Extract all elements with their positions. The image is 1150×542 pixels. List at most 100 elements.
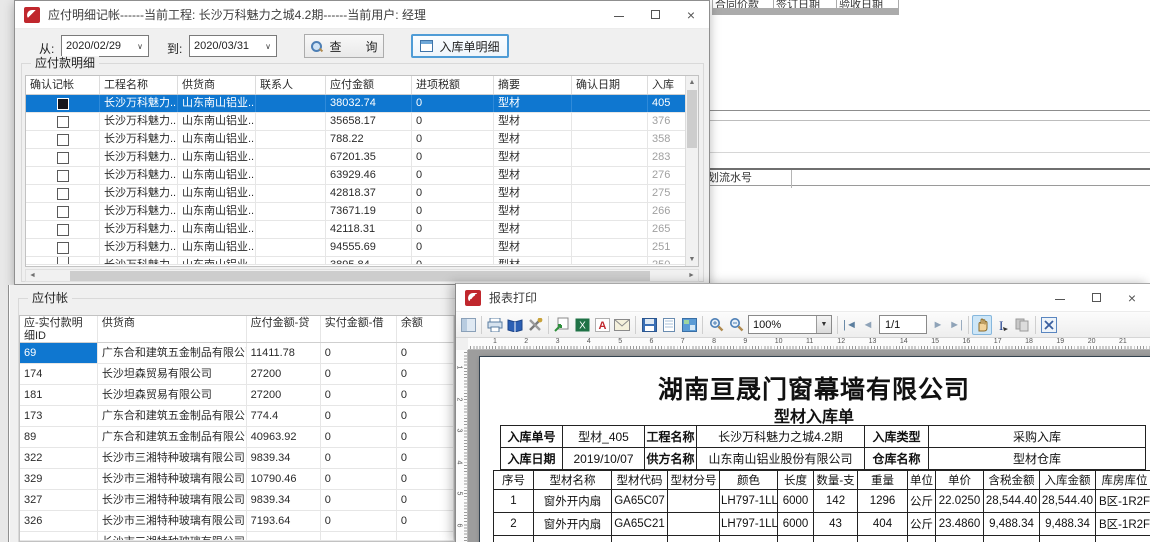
column-header[interactable]: 进项税额 bbox=[412, 76, 494, 94]
export-grid-icon[interactable] bbox=[679, 315, 699, 335]
confirm-checkbox[interactable] bbox=[57, 134, 69, 146]
column-header[interactable]: 供货商 bbox=[98, 316, 247, 342]
titlebar[interactable]: 应付明细记帐------当前工程: 长沙万科魅力之城4.2期------当前用户… bbox=[15, 1, 709, 29]
table-row[interactable]: 长沙万科魅力... 山东南山铝业... 73671.19 0 型材 266 bbox=[26, 203, 698, 221]
column-header[interactable]: 确认日期 bbox=[572, 76, 648, 94]
scroll-up-icon[interactable]: ▲ bbox=[686, 76, 698, 89]
column-header[interactable]: 实付金额-借 bbox=[321, 316, 397, 342]
table-row[interactable]: 长沙万科魅力... 山东南山铝业... 788.22 0 型材 358 bbox=[26, 131, 698, 149]
query-button[interactable]: 查 询 bbox=[304, 34, 384, 58]
page-setup-icon[interactable] bbox=[525, 315, 545, 335]
minimize-button[interactable] bbox=[601, 1, 637, 29]
table-row[interactable]: 长沙万科魅力... 山东南山铝业... 3895.84 0 型材 250 bbox=[26, 257, 698, 265]
confirm-checkbox[interactable] bbox=[57, 242, 69, 254]
chevron-down-icon[interactable]: ∨ bbox=[132, 42, 148, 51]
column-header[interactable]: 应付金额-贷 bbox=[247, 316, 321, 342]
to-date-select[interactable]: 2020/03/31 ∨ bbox=[189, 35, 277, 57]
column-header[interactable]: 入库 bbox=[648, 76, 686, 94]
column-header[interactable]: 确认记帐 bbox=[26, 76, 100, 94]
report-doc-title: 型材入库单 bbox=[480, 403, 1148, 427]
table-row[interactable]: 长沙万科魅力... 山东南山铝业... 35658.17 0 型材 376 bbox=[26, 113, 698, 131]
confirm-checkbox[interactable] bbox=[57, 206, 69, 218]
titlebar[interactable]: 报表打印 × bbox=[456, 284, 1150, 312]
confirm-checkbox[interactable] bbox=[57, 188, 69, 200]
table-row[interactable]: 长沙万科魅力... 山东南山铝业... 67201.35 0 型材 283 bbox=[26, 149, 698, 167]
table-row[interactable]: 322 长沙市三湘特种玻璃有限公司 9839.34 0 0 bbox=[20, 448, 454, 469]
from-date-select[interactable]: 2020/02/29 ∨ bbox=[61, 35, 149, 57]
report-preview-area[interactable]: 湖南亘晟门窗幕墙有限公司 型材入库单 入库单号 型材_405 工程名称 长沙万科… bbox=[468, 350, 1150, 542]
table-row[interactable]: 89 广东合和建筑五金制品有限公司 40963.92 0 0 bbox=[20, 427, 454, 448]
column-header[interactable]: 联系人 bbox=[256, 76, 326, 94]
previous-page-icon[interactable]: ◄ bbox=[859, 319, 877, 331]
export-image-icon[interactable] bbox=[552, 315, 572, 335]
scroll-down-icon[interactable]: ▼ bbox=[686, 253, 698, 266]
table-row[interactable]: 69 广东合和建筑五金制品有限公司 11411.78 0 0 bbox=[20, 343, 454, 364]
panel-toggle-icon[interactable] bbox=[458, 315, 478, 335]
inbound-detail-button[interactable]: 入库单明细 bbox=[411, 34, 509, 58]
export-excel-icon[interactable]: X bbox=[572, 315, 592, 335]
group-title: 应付帐 bbox=[28, 291, 72, 305]
ruler-number: 7 bbox=[681, 338, 685, 345]
table-row[interactable]: 174 长沙坦森贸易有限公司 27200 0 0 bbox=[20, 364, 454, 385]
ruler-number: 16 bbox=[963, 338, 971, 345]
close-preview-icon[interactable] bbox=[1039, 315, 1059, 335]
open-report-icon[interactable] bbox=[659, 315, 679, 335]
minimize-button[interactable] bbox=[1042, 284, 1078, 312]
page-number-input[interactable]: 1/1 bbox=[879, 315, 927, 334]
zoom-level-select[interactable]: 100% ▼ bbox=[748, 315, 832, 334]
scrollbar-thumb[interactable] bbox=[687, 90, 697, 148]
confirm-checkbox[interactable] bbox=[57, 116, 69, 128]
last-page-icon[interactable]: ►| bbox=[947, 319, 965, 331]
table-row[interactable]: 长沙万科魅力... 山东南山铝业... 94555.69 0 型材 251 bbox=[26, 239, 698, 257]
table-row[interactable]: 181 长沙坦森贸易有限公司 27200 0 0 bbox=[20, 385, 454, 406]
column-header[interactable]: 余额 bbox=[397, 316, 454, 342]
zoom-in-icon[interactable] bbox=[706, 315, 726, 335]
contract-table: 合同价款 签订日期 验收日期 bbox=[712, 0, 899, 15]
vertical-scrollbar[interactable]: ▲ ▼ bbox=[685, 76, 698, 266]
print-icon[interactable] bbox=[485, 315, 505, 335]
confirm-checkbox[interactable] bbox=[57, 257, 69, 264]
first-page-icon[interactable]: |◄ bbox=[841, 319, 859, 331]
confirm-checkbox[interactable] bbox=[57, 224, 69, 236]
column-header[interactable]: 摘要 bbox=[494, 76, 572, 94]
book-icon[interactable] bbox=[505, 315, 525, 335]
maximize-button[interactable] bbox=[1078, 284, 1114, 312]
email-icon[interactable] bbox=[612, 315, 632, 335]
table-row[interactable]: 长沙万科魅力... 山东南山铝业... 42118.31 0 型材 265 bbox=[26, 221, 698, 239]
table-row[interactable]: 327 长沙市三湘特种玻璃有限公司 9839.34 0 0 bbox=[20, 490, 454, 511]
divider bbox=[697, 120, 1150, 121]
confirm-checkbox[interactable] bbox=[57, 170, 69, 182]
close-button[interactable]: × bbox=[1114, 284, 1150, 312]
column-header: 数量-支 bbox=[814, 471, 858, 490]
table-row[interactable]: 329 长沙市三湘特种玻璃有限公司 10790.46 0 0 bbox=[20, 469, 454, 490]
save-report-icon[interactable] bbox=[639, 315, 659, 335]
next-page-icon[interactable]: ► bbox=[929, 319, 947, 331]
confirm-checkbox[interactable] bbox=[57, 152, 69, 164]
confirm-checkbox[interactable] bbox=[57, 98, 69, 110]
text-select-icon[interactable]: I bbox=[992, 315, 1012, 335]
scrollbar-thumb[interactable] bbox=[70, 271, 650, 281]
maximize-button[interactable] bbox=[637, 1, 673, 29]
table-row[interactable]: 长沙万科魅力... 山东南山铝业... 42818.37 0 型材 275 bbox=[26, 185, 698, 203]
column-header[interactable]: 应付金额 bbox=[326, 76, 412, 94]
scroll-left-icon[interactable]: ◄ bbox=[26, 270, 39, 282]
export-pdf-icon[interactable]: A bbox=[592, 315, 612, 335]
column-header[interactable]: 应-实付款明细ID bbox=[20, 316, 98, 342]
horizontal-scrollbar[interactable]: ◄ ► bbox=[25, 269, 699, 282]
column-header[interactable]: 工程名称 bbox=[100, 76, 178, 94]
ruler-number: 1 bbox=[455, 366, 462, 370]
table-row[interactable]: 长沙万科魅力... 山东南山铝业... 63929.46 0 型材 276 bbox=[26, 167, 698, 185]
table-row[interactable] bbox=[713, 14, 899, 15]
table-row[interactable]: 长沙市三湘特种玻璃有限公司 bbox=[20, 532, 454, 541]
zoom-out-icon[interactable] bbox=[726, 315, 746, 335]
table-row[interactable]: 长沙万科魅力... 山东南山铝业... 38032.74 0 型材 405 bbox=[26, 95, 698, 113]
copy-page-icon[interactable] bbox=[1012, 315, 1032, 335]
scroll-right-icon[interactable]: ► bbox=[685, 270, 698, 282]
hand-tool-icon[interactable] bbox=[972, 315, 992, 335]
close-button[interactable]: × bbox=[673, 1, 709, 29]
column-header[interactable]: 供货商 bbox=[178, 76, 256, 94]
table-row[interactable]: 173 广东合和建筑五金制品有限公司 774.4 0 0 bbox=[20, 406, 454, 427]
table-row[interactable]: 326 长沙市三湘特种玻璃有限公司 7193.64 0 0 bbox=[20, 511, 454, 532]
chevron-down-icon[interactable]: ∨ bbox=[260, 42, 276, 51]
chevron-down-icon[interactable]: ▼ bbox=[816, 316, 831, 333]
